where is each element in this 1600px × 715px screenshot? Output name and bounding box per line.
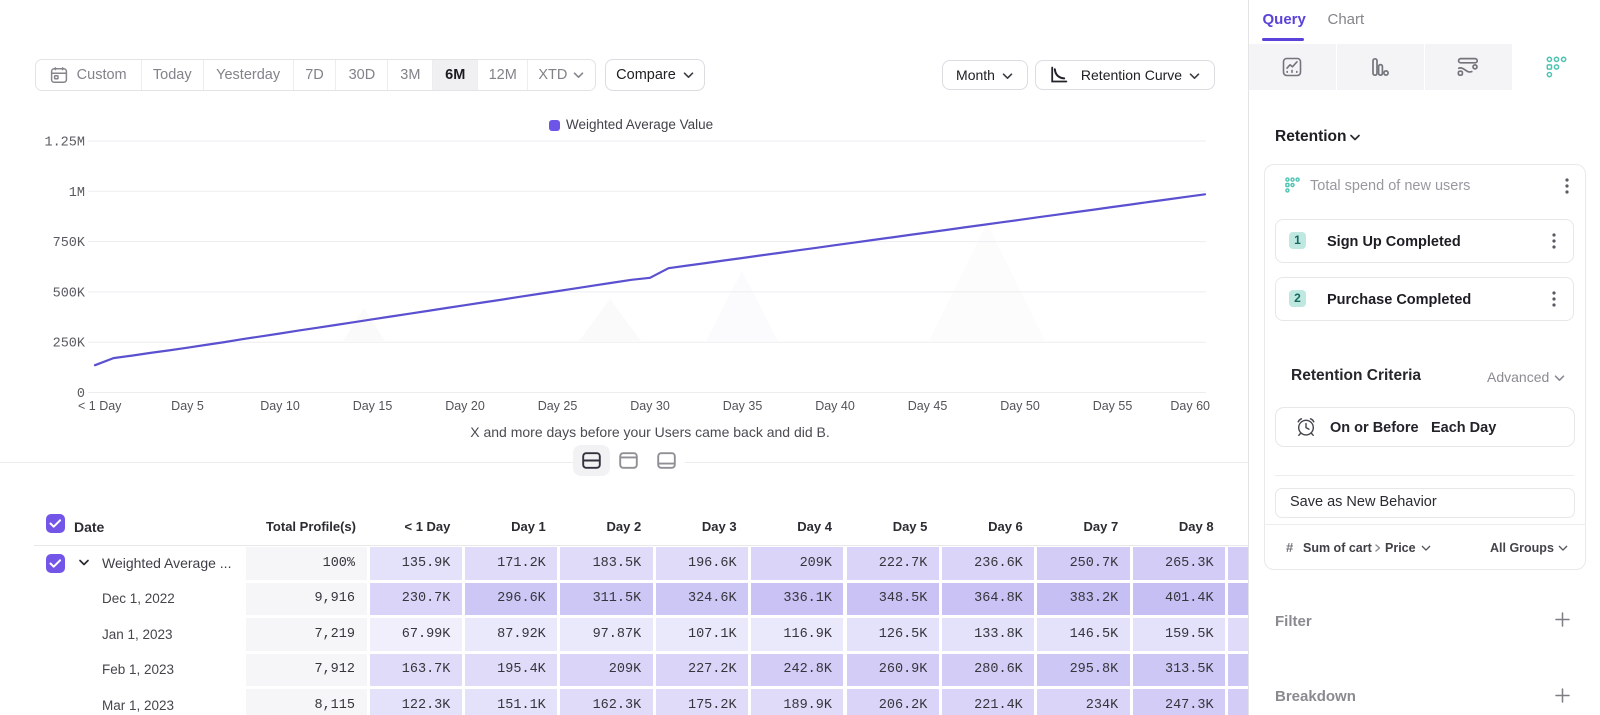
svg-text:Day 35: Day 35 [723,399,763,413]
svg-text:Day 60: Day 60 [1170,399,1210,413]
svg-text:250K: 250K [53,337,86,352]
svg-text:Day 10: Day 10 [260,399,300,413]
svg-text:Day 55: Day 55 [1093,399,1133,413]
svg-text:Day 25: Day 25 [538,399,578,413]
svg-text:Day 40: Day 40 [815,399,855,413]
svg-text:Day 20: Day 20 [445,399,485,413]
svg-text:Day 50: Day 50 [1000,399,1040,413]
svg-text:500K: 500K [53,286,86,301]
svg-text:Day 15: Day 15 [353,399,393,413]
svg-text:Day 30: Day 30 [630,399,670,413]
svg-text:1.25M: 1.25M [44,136,85,151]
svg-text:1M: 1M [69,186,85,201]
svg-text:750K: 750K [53,236,86,251]
svg-text:< 1 Day: < 1 Day [78,399,122,413]
svg-text:Day 5: Day 5 [171,399,204,413]
svg-text:Day 45: Day 45 [908,399,948,413]
